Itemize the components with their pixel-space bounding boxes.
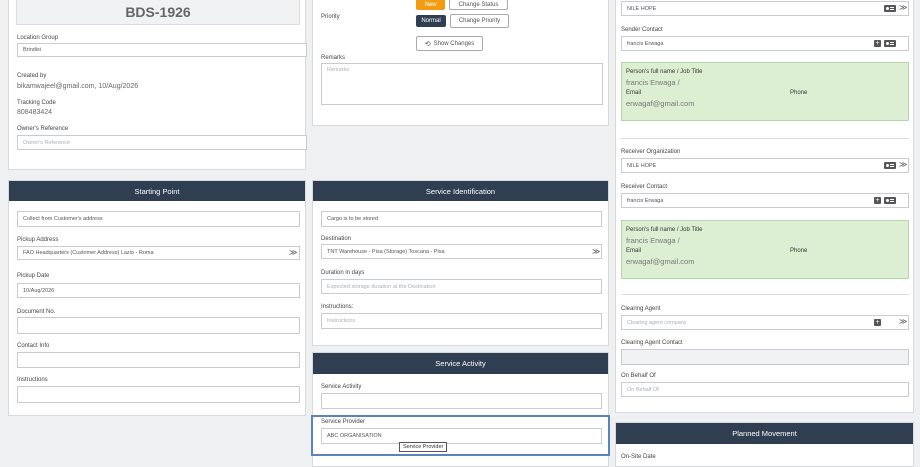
show-changes-button[interactable]: ⟲ Show Changes — [416, 36, 483, 51]
sender-contact-label: Sender Contact — [621, 27, 663, 33]
pickup-date-input[interactable]: 10/Aug/2026 — [17, 283, 300, 298]
service-identification-header: Service Identification — [313, 181, 608, 201]
receiver-contact-label: Receiver Contact — [621, 184, 668, 190]
receiver-organization-select[interactable]: NILE HOPE — [621, 158, 909, 173]
receiver-organization-label: Receiver Organization — [621, 149, 681, 155]
service-activity-input[interactable] — [321, 393, 602, 409]
destination-label: Destination — [321, 236, 352, 242]
owners-reference-label: Owner's Reference — [17, 126, 69, 132]
location-group-label: Location Group — [17, 35, 59, 41]
id-card-icon[interactable] — [884, 197, 896, 204]
sender-phone-label: Phone — [790, 90, 808, 96]
plus-icon[interactable]: + — [874, 319, 881, 326]
service-identification-panel: Service Identification Cargo is to be st… — [312, 180, 609, 346]
id-card-icon[interactable] — [884, 5, 896, 12]
pickup-address-select[interactable]: FAO Headquarters (Customer Address) Lazi… — [17, 246, 300, 260]
document-no-input[interactable] — [17, 317, 300, 334]
contact-info-label: Contact Info — [17, 343, 50, 349]
planned-movement-panel: Planned Movement On-Site Date — [615, 422, 914, 467]
id-card-icon[interactable] — [884, 40, 896, 47]
priority-badge: Normal — [416, 15, 446, 27]
pickup-date-label: Pickup Date — [17, 273, 50, 279]
document-no-label: Document No. — [17, 309, 56, 315]
starting-point-mode-select[interactable]: Collect from Customer's address — [17, 211, 300, 227]
tracking-code-value: 808483424 — [17, 109, 53, 116]
chevron-down-icon[interactable]: ≫ — [899, 4, 907, 12]
request-code: BDS-1926 — [125, 4, 191, 20]
sender-email-value: erwagaf@gmail.com — [626, 99, 695, 108]
priority-label: Priority — [321, 14, 340, 20]
divider — [621, 138, 909, 139]
duration-label: Duration in days — [321, 270, 365, 276]
show-changes-label: Show Changes — [433, 40, 475, 47]
service-mode-select[interactable]: Cargo is to be stored — [321, 211, 602, 227]
starting-instructions-label: Instructions — [17, 377, 48, 383]
clearing-agent-contact-input[interactable] — [621, 349, 909, 365]
remarks-textarea[interactable]: Remarks — [321, 63, 603, 105]
request-code-box: BDS-1926 — [16, 0, 300, 25]
clearing-agent-label: Clearing Agent — [621, 306, 661, 312]
receiver-contact-card: Person's full name / Job Title francis E… — [621, 220, 909, 279]
service-provider-input[interactable]: ABC ORGANISATION — [321, 428, 602, 444]
sender-contact-select[interactable]: francis Erwaga — [621, 36, 909, 51]
service-provider-label: Service Provider — [321, 419, 366, 425]
receiver-name-value: francis Erwaga / — [626, 236, 680, 245]
chevron-down-icon[interactable]: ≫ — [899, 161, 907, 169]
on-behalf-input[interactable]: On Behalf Of — [621, 382, 909, 397]
receiver-email-value: erwagaf@gmail.com — [626, 257, 695, 266]
remarks-label: Remarks — [321, 55, 346, 61]
onsite-date-label: On-Site Date — [621, 454, 656, 460]
on-behalf-label: On Behalf Of — [621, 373, 656, 379]
chevron-down-icon[interactable]: ≫ — [899, 318, 907, 326]
receiver-phone-label: Phone — [790, 248, 808, 254]
service-provider-tooltip: Service Provider — [399, 442, 448, 452]
history-icon: ⟲ — [424, 40, 431, 48]
status-badge: New — [416, 0, 445, 10]
contact-info-input[interactable] — [17, 352, 300, 368]
id-card-icon[interactable] — [884, 162, 896, 169]
sender-contact-card: Person's full name / Job Title francis E… — [621, 62, 909, 121]
created-by-label: Created by — [17, 73, 47, 79]
starting-instructions-input[interactable] — [17, 386, 300, 403]
planned-movement-header: Planned Movement — [616, 423, 913, 444]
service-activity-label: Service Activity — [321, 384, 362, 390]
service-instructions-label: Instructions: — [321, 304, 354, 310]
status-panel: New Change Status Priority Normal Change… — [312, 0, 609, 126]
sender-name-value: francis Erwaga / — [626, 78, 680, 87]
sender-name-label: Person's full name / Job Title — [626, 69, 703, 75]
created-by-value: bikamwajeel@gmail.com, 10/Aug/2026 — [17, 83, 139, 90]
sender-organization-select[interactable]: NILE HOPE — [621, 1, 909, 16]
chevron-down-icon[interactable]: ≫ — [289, 249, 297, 257]
service-activity-header: Service Activity — [313, 353, 608, 374]
location-group-field[interactable]: Brindisi — [17, 43, 307, 57]
starting-point-panel: Starting Point Collect from Customer's a… — [8, 180, 306, 416]
plus-icon[interactable]: + — [874, 197, 881, 204]
receiver-email-label: Email — [626, 248, 642, 254]
service-provider-focus[interactable]: Service Provider ABC ORGANISATION Servic… — [311, 415, 610, 456]
parties-panel: NILE HOPE ≫ Sender Contact francis Erwag… — [615, 0, 914, 413]
receiver-contact-select[interactable]: francis Erwaga — [621, 193, 909, 208]
clearing-agent-contact-label: Clearing Agent Contact — [621, 340, 683, 346]
receiver-name-label: Person's full name / Job Title — [626, 227, 703, 233]
destination-select[interactable]: TNT Warehouse - Pisa (Storage) Toscana -… — [321, 244, 602, 259]
chevron-down-icon[interactable]: ≫ — [592, 248, 600, 256]
change-priority-button[interactable]: Change Priority — [450, 14, 509, 28]
service-instructions-input[interactable]: Instructions — [321, 313, 602, 329]
request-info-panel: BDS-1926 Location Group Brindisi Created… — [8, 0, 307, 170]
pickup-address-label: Pickup Address — [17, 237, 59, 243]
owners-reference-input[interactable]: Owner's Reference — [17, 135, 307, 150]
sender-email-label: Email — [626, 90, 642, 96]
duration-input[interactable]: Expected storage duration at the Destina… — [321, 279, 602, 294]
change-status-button[interactable]: Change Status — [449, 0, 508, 10]
plus-icon[interactable]: + — [874, 40, 881, 47]
divider — [621, 294, 909, 295]
tracking-code-label: Tracking Code — [17, 100, 56, 106]
clearing-agent-select[interactable]: Clearing agent company — [621, 315, 909, 330]
starting-point-header: Starting Point — [9, 181, 305, 201]
